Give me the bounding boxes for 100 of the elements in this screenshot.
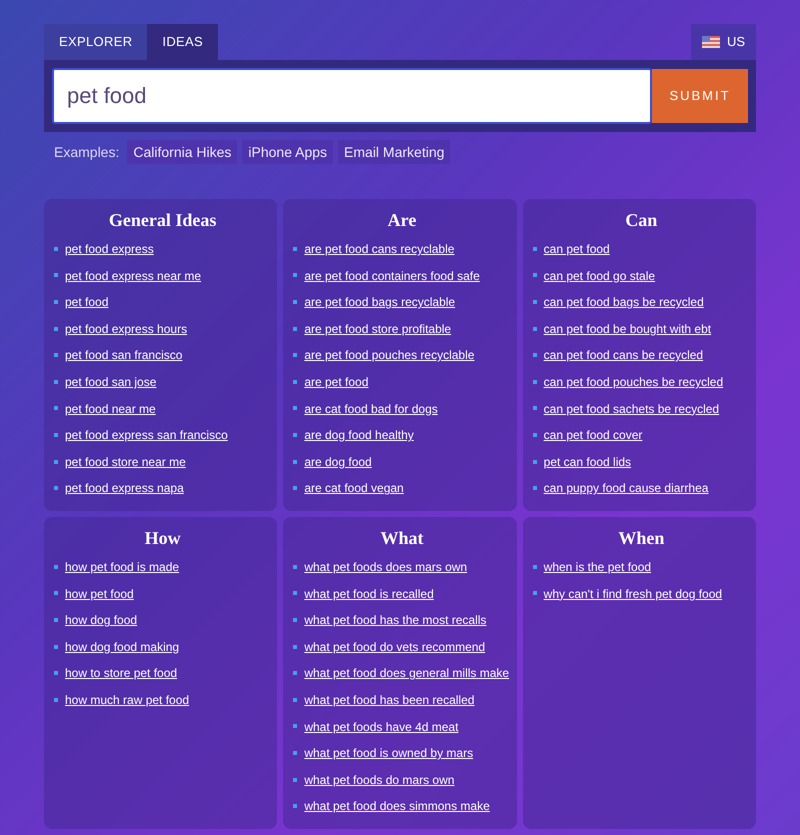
bullet-icon	[293, 406, 298, 410]
bullet-icon	[293, 460, 298, 464]
suggestion-link[interactable]: can puppy food cause diarrhea	[544, 481, 708, 496]
bullet-icon	[532, 591, 537, 596]
suggestion-link[interactable]: can pet food be bought with ebt	[544, 322, 712, 336]
suggestion-link[interactable]: can pet food cover	[544, 428, 642, 442]
suggestion-link[interactable]: pet food express hours	[65, 322, 188, 336]
bullet-icon	[532, 273, 537, 278]
suggestion-link[interactable]: what pet food is recalled	[304, 586, 434, 601]
bullet-icon	[54, 300, 58, 304]
suggestion-link[interactable]: pet food express san francisco	[65, 428, 228, 442]
bullet-icon	[293, 246, 298, 251]
suggestion-link[interactable]: can pet food	[544, 242, 610, 256]
bullet-icon	[293, 564, 298, 569]
suggestion-link[interactable]: what pet food has been recalled	[304, 692, 474, 707]
card-title: How	[144, 527, 182, 550]
bullet-icon	[54, 432, 58, 437]
bullet-icon	[54, 644, 58, 649]
flag-icon	[702, 36, 720, 48]
bullet-icon	[54, 326, 58, 331]
card-title: What	[379, 527, 424, 550]
suggestion-link[interactable]: pet food san francisco	[65, 348, 182, 362]
suggestion-link[interactable]: what pet food has the most recalls	[304, 613, 486, 628]
example-chip[interactable]: Email Marketing	[338, 140, 450, 164]
suggestion-link[interactable]: are pet food	[304, 374, 368, 389]
suggestion-link[interactable]: can pet food go stale	[544, 268, 656, 283]
suggestion-link[interactable]: when is the pet food	[544, 560, 652, 574]
suggestion-link[interactable]: how pet food	[65, 586, 134, 601]
bullet-icon	[54, 671, 58, 676]
suggestion-link[interactable]: can pet food cans be recycled	[544, 348, 704, 362]
bullet-icon	[293, 380, 298, 384]
bullet-icon	[532, 460, 537, 464]
suggestion-link[interactable]: can pet food bags be recycled	[544, 295, 704, 310]
search-field[interactable]: pet food	[52, 68, 652, 124]
bullet-icon	[54, 246, 58, 251]
suggestion-link[interactable]: are dog food	[304, 454, 372, 469]
bullet-icon	[532, 380, 537, 384]
suggestion-link[interactable]: how dog food making	[65, 640, 180, 654]
suggestion-link[interactable]: pet food express near me	[65, 268, 202, 283]
tab[interactable]: IDEAS	[147, 24, 218, 60]
bullet-icon	[293, 486, 298, 490]
suggestion-link[interactable]: what pet food is owned by mars	[304, 746, 474, 760]
suggestion-link[interactable]: how to store pet food	[65, 666, 178, 680]
suggestion-link[interactable]: pet food express	[65, 242, 154, 256]
bullet-icon	[54, 273, 58, 278]
suggestion-link[interactable]: are cat food bad for dogs	[304, 402, 438, 416]
bullet-icon	[54, 591, 58, 596]
tab[interactable]: EXPLORER	[44, 24, 148, 60]
suggestion-link[interactable]: how pet food is made	[65, 560, 180, 574]
suggestion-link[interactable]: pet can food lids	[544, 454, 632, 469]
bullet-icon	[293, 671, 298, 676]
suggestion-link[interactable]: what pet food do vets recommend	[304, 640, 486, 654]
suggestion-link[interactable]: pet food san jose	[65, 374, 156, 389]
suggestion-link[interactable]: pet food near me	[65, 402, 156, 416]
bullet-icon	[54, 460, 58, 464]
suggestion-link[interactable]: how dog food	[65, 613, 138, 628]
suggestion-link[interactable]: are pet food store profitable	[304, 322, 452, 336]
suggestion-link[interactable]: pet food express napa	[65, 481, 184, 496]
suggestion-link[interactable]: can pet food sachets be recycled	[544, 402, 720, 416]
suggestion-link[interactable]: are dog food healthy	[304, 428, 414, 442]
bullet-icon	[293, 724, 298, 728]
suggestion-link[interactable]: what pet food does general mills make	[304, 666, 510, 680]
bullet-icon	[532, 486, 537, 490]
bullet-icon	[54, 353, 58, 358]
bullet-icon	[293, 591, 298, 596]
bullet-icon	[293, 273, 298, 278]
example-chip[interactable]: iPhone Apps	[242, 140, 334, 164]
suggestion-link[interactable]: why can't i find fresh pet dog food	[544, 586, 722, 601]
card-title: When	[617, 527, 666, 550]
bullet-icon	[54, 406, 58, 410]
bullet-icon	[293, 698, 298, 702]
suggestion-link[interactable]: how much raw pet food	[65, 692, 190, 707]
bullet-icon	[293, 778, 298, 782]
examples-label: Examples:	[54, 142, 120, 162]
suggestion-link[interactable]: what pet foods have 4d meat	[304, 720, 458, 734]
suggestion-link[interactable]: are pet food pouches recyclable	[304, 348, 474, 362]
country-label: US	[726, 33, 745, 52]
bullet-icon	[532, 353, 537, 358]
suggestion-link[interactable]: are pet food bags recyclable	[304, 295, 456, 310]
bullet-icon	[293, 353, 298, 358]
country-selector[interactable]: US	[690, 24, 756, 60]
bullet-icon	[54, 380, 58, 384]
suggestion-link[interactable]: pet food store near me	[65, 454, 186, 469]
bullet-icon	[293, 300, 298, 304]
suggestion-link[interactable]: are pet food containers food safe	[304, 268, 480, 283]
suggestion-link[interactable]: pet food	[65, 295, 108, 310]
suggestion-link[interactable]: what pet foods do mars own	[304, 772, 454, 787]
bullet-icon	[54, 564, 58, 569]
bullet-icon	[293, 618, 298, 622]
suggestion-link[interactable]: can pet food pouches be recycled	[544, 374, 724, 389]
suggestion-link[interactable]: what pet foods does mars own	[304, 560, 468, 574]
suggestion-link[interactable]: are cat food vegan	[304, 481, 404, 496]
example-chip[interactable]: California Hikes	[127, 140, 238, 164]
suggestion-link[interactable]: what pet food does simmons make	[304, 799, 490, 814]
bullet-icon	[54, 486, 58, 490]
bullet-icon	[532, 432, 537, 437]
suggestion-link[interactable]: are pet food cans recyclable	[304, 242, 454, 256]
bullet-icon	[532, 300, 537, 304]
bullet-icon	[532, 246, 537, 251]
bullet-icon	[532, 564, 537, 569]
